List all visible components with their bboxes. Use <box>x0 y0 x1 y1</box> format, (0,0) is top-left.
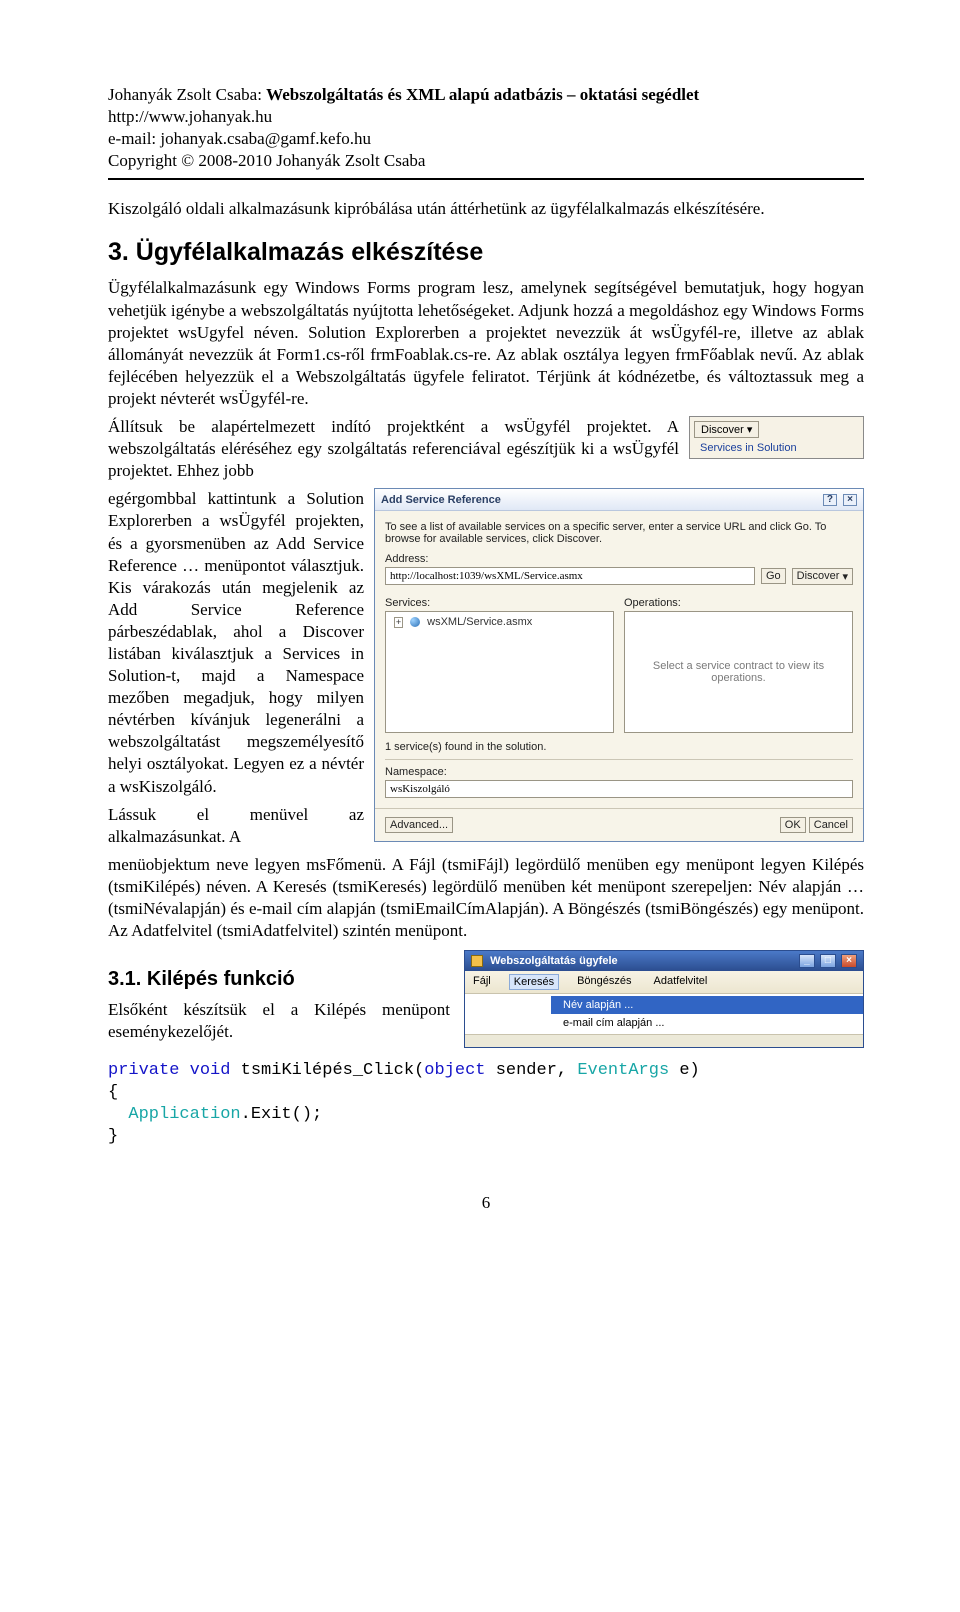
discover-dropdown-button[interactable]: Discover ▾ <box>792 568 853 585</box>
maximize-icon[interactable]: □ <box>820 954 836 968</box>
operations-list: Select a service contract to view its op… <box>624 611 853 733</box>
window-title: Webszolgáltatás ügyfele <box>490 955 618 967</box>
go-button[interactable]: Go <box>761 568 786 584</box>
paragraph-3: menüobjektum neve legyen msFőmenü. A Fáj… <box>108 854 864 942</box>
menu-fajl[interactable]: Fájl <box>469 974 495 990</box>
chevron-down-icon: ▾ <box>842 570 848 583</box>
submenu-email-alapjan[interactable]: e-mail cím alapján ... <box>551 1014 863 1032</box>
namespace-label: Namespace: <box>385 766 853 778</box>
menu-adatfelvitel[interactable]: Adatfelvitel <box>650 974 712 990</box>
dialog-description: To see a list of available services on a… <box>385 521 853 545</box>
section-heading: 3. Ügyfélalkalmazás elkészítése <box>108 238 864 267</box>
minimize-icon[interactable]: _ <box>799 954 815 968</box>
window-titlebar: Webszolgáltatás ügyfele _ □ × <box>465 951 863 971</box>
type-application: Application <box>128 1105 240 1124</box>
document-header: Johanyák Zsolt Csaba: Webszolgáltatás és… <box>108 84 864 172</box>
kw-private: private <box>108 1061 179 1080</box>
type-eventargs: EventArgs <box>577 1061 669 1080</box>
paragraph-2a: Állítsuk be alapértelmezett indító proje… <box>108 416 679 482</box>
code-arg1: sender, <box>486 1061 578 1080</box>
menubar: Fájl Keresés Böngészés Adatfelvitel <box>465 971 863 994</box>
kw-object: object <box>424 1061 485 1080</box>
separator <box>385 759 853 760</box>
paragraph-2b: egérgombbal kattintunk a Solution Explor… <box>108 488 364 797</box>
code-call: .Exit(); <box>241 1105 323 1124</box>
services-label: Services: <box>385 597 614 609</box>
advanced-button[interactable]: Advanced... <box>385 817 453 833</box>
operations-label: Operations: <box>624 597 853 609</box>
copyright: Copyright © 2008-2010 Johanyák Zsolt Csa… <box>108 150 864 172</box>
cancel-button[interactable]: Cancel <box>809 817 853 833</box>
menu-kereses[interactable]: Keresés <box>509 974 559 990</box>
help-icon[interactable]: ? <box>823 494 837 506</box>
code-method: tsmiKilépés_Click( <box>230 1061 424 1080</box>
add-service-reference-dialog: Add Service Reference ? × To see a list … <box>374 488 864 842</box>
tree-expand-icon[interactable]: + <box>394 617 403 628</box>
code-block: private void tsmiKilépés_Click(object se… <box>108 1060 864 1148</box>
kw-void: void <box>190 1061 231 1080</box>
author-name: Johanyák Zsolt Csaba: <box>108 85 262 104</box>
close-icon[interactable]: × <box>843 494 857 506</box>
code-argend: e) <box>669 1061 700 1080</box>
app-window-screenshot: Webszolgáltatás ügyfele _ □ × Fájl Keres… <box>464 950 864 1048</box>
globe-icon <box>410 617 420 627</box>
service-tree-item[interactable]: wsXML/Service.asmx <box>427 616 532 628</box>
brace-open: { <box>108 1083 118 1102</box>
discover-popup-image: Discover ▾ Services in Solution <box>689 416 864 459</box>
email-label: e-mail: <box>108 129 156 148</box>
address-input[interactable] <box>385 567 755 585</box>
submenu: Név alapján ... e-mail cím alapján ... <box>465 994 863 1035</box>
services-in-solution-link[interactable]: Services in Solution <box>694 438 859 454</box>
email-value: johanyak.csaba@gamf.kefo.hu <box>160 129 371 148</box>
doc-title: Webszolgáltatás és XML alapú adatbázis –… <box>266 85 699 104</box>
brace-close: } <box>108 1127 118 1146</box>
chevron-down-icon: ▾ <box>747 424 753 436</box>
header-url: http://www.johanyak.hu <box>108 106 864 128</box>
found-status: 1 service(s) found in the solution. <box>385 741 853 753</box>
page-number: 6 <box>108 1193 864 1213</box>
header-rule <box>108 178 864 180</box>
paragraph-2c: Lássuk el menüvel az alkalmazásunkat. A <box>108 804 364 848</box>
app-icon <box>471 955 483 967</box>
close-icon[interactable]: × <box>841 954 857 968</box>
submenu-nev-alapjan[interactable]: Név alapján ... <box>551 996 863 1014</box>
menu-bongeszes[interactable]: Böngészés <box>573 974 635 990</box>
dialog-title: Add Service Reference <box>381 494 501 506</box>
ok-button[interactable]: OK <box>780 817 806 833</box>
namespace-input[interactable] <box>385 780 853 798</box>
discover-button[interactable]: Discover ▾ <box>694 421 759 438</box>
services-list[interactable]: + wsXML/Service.asmx <box>385 611 614 733</box>
operations-placeholder: Select a service contract to view its op… <box>637 660 840 684</box>
paragraph-1: Ügyfélalkalmazásunk egy Windows Forms pr… <box>108 277 864 410</box>
dialog-titlebar: Add Service Reference ? × <box>375 489 863 511</box>
intro-paragraph: Kiszolgáló oldali alkalmazásunk kipróbál… <box>108 198 864 220</box>
window-body <box>465 1035 863 1047</box>
address-label: Address: <box>385 553 853 565</box>
